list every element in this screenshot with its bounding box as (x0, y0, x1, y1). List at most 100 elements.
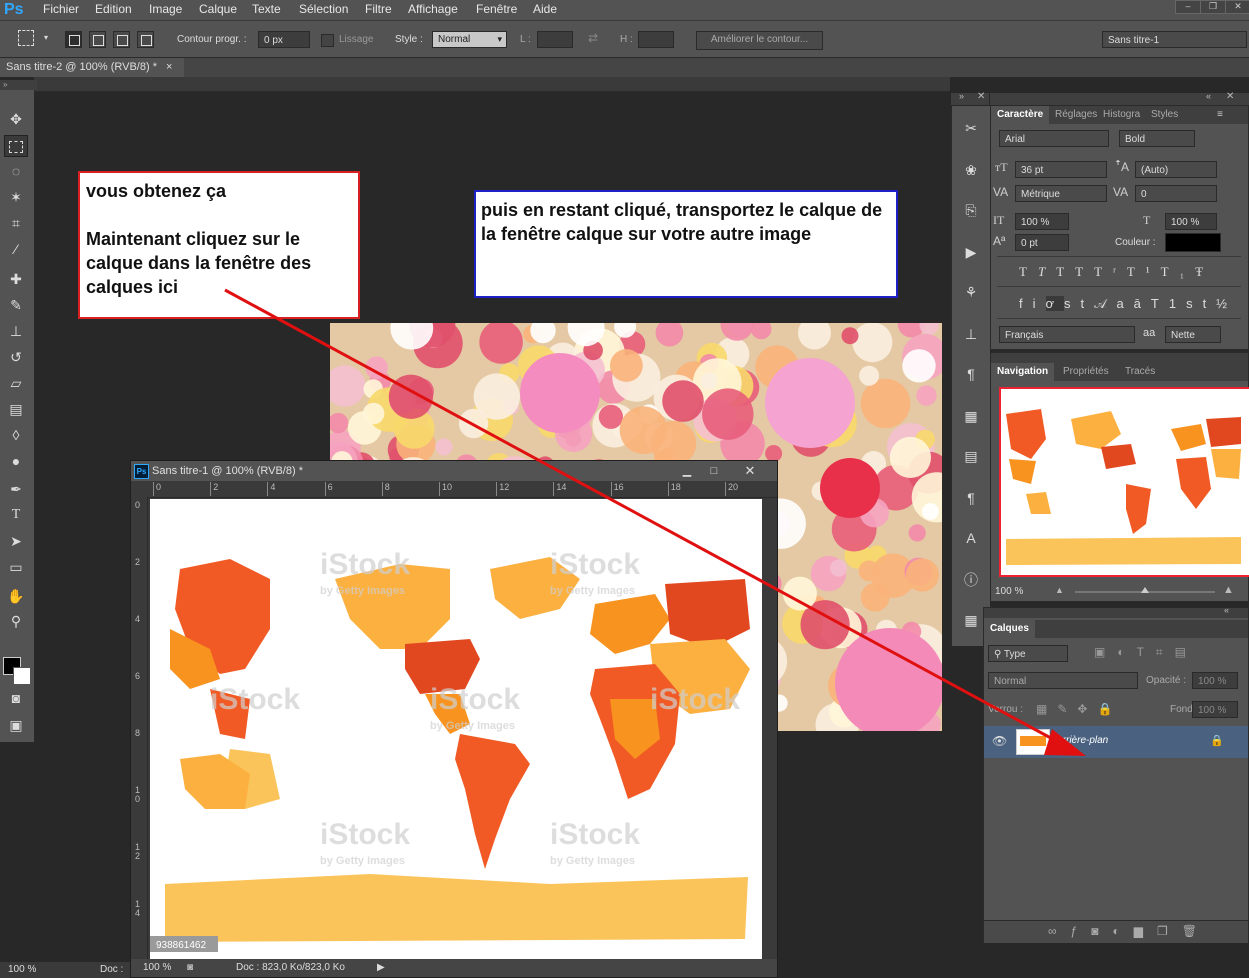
tab-calques[interactable]: Calques (984, 620, 1035, 638)
visibility-eye-icon[interactable]: 👁 (992, 734, 1007, 748)
eraser-tool-icon[interactable]: ▱ (4, 372, 28, 394)
refine-edge-button[interactable]: Améliorer le contour... (696, 31, 823, 50)
screen-mode-icon[interactable]: ▣ (4, 714, 28, 736)
panel-menu-icon[interactable]: ≡ (1217, 106, 1223, 124)
tab-document[interactable]: Sans titre-2 @ 100% (RVB/8) * × (0, 58, 184, 77)
menu-filtre[interactable]: Filtre (365, 2, 392, 16)
paragraph-icon[interactable]: ¶ (961, 364, 981, 384)
magic-wand-icon[interactable]: ✶ (4, 186, 28, 208)
subtract-selection-icon[interactable] (113, 31, 130, 48)
swap-icon[interactable]: ⇄ (588, 31, 598, 45)
tools-preset-icon[interactable]: ✂ (961, 118, 981, 138)
layers-collapse-icon[interactable]: « (1224, 605, 1229, 615)
vertical-scale-input[interactable]: 100 % (1015, 213, 1069, 230)
history-brush-icon[interactable]: ↺ (4, 346, 28, 368)
chevron-down-icon[interactable]: ▾ (44, 33, 48, 42)
lissage-checkbox[interactable] (321, 34, 334, 47)
path-selection-icon[interactable]: ➤ (4, 530, 28, 552)
font-style-select[interactable]: Bold (1119, 130, 1195, 147)
dodge-tool-icon[interactable]: ● (4, 450, 28, 472)
zoom-tool-icon[interactable]: ⚲ (4, 610, 28, 632)
menu-selection[interactable]: Sélection (299, 2, 348, 16)
blend-mode-select[interactable]: Normal (988, 672, 1138, 689)
shape-tool-icon[interactable]: ▭ (4, 556, 28, 578)
text-style-buttons[interactable]: TTTTTʳT¹T₁Ŧ (1019, 264, 1214, 280)
navigator-thumbnail[interactable] (999, 387, 1249, 577)
iconcol-expand-icon[interactable]: » (959, 91, 964, 101)
marquee-tool-preset-icon[interactable] (18, 30, 34, 46)
type-tool-icon[interactable]: T (4, 504, 28, 526)
tab-traces[interactable]: Tracés (1125, 363, 1155, 381)
pen-tool-icon[interactable]: ✒ (4, 478, 28, 500)
restore-icon[interactable]: ❐ (1200, 0, 1226, 14)
actions-icon[interactable]: ▶ (961, 242, 981, 262)
width-input[interactable] (537, 31, 573, 48)
menu-calque[interactable]: Calque (199, 2, 237, 16)
blur-tool-icon[interactable]: ◊ (4, 424, 28, 446)
character-styles-icon[interactable]: A (961, 528, 981, 548)
iconcol-close-icon[interactable]: ✕ (977, 91, 985, 102)
new-selection-icon[interactable] (65, 31, 82, 48)
tab-reglages[interactable]: Réglages (1055, 106, 1097, 124)
menu-aide[interactable]: Aide (533, 2, 557, 16)
brush-presets-icon[interactable]: ⚘ (961, 282, 981, 302)
opentype-buttons[interactable]: fiơst𝒜aāT1st½ (1019, 296, 1237, 312)
zoom-out-icon[interactable]: ▲ (1055, 585, 1064, 595)
doc-maximize-icon[interactable]: □ (701, 461, 727, 481)
lasso-tool-icon[interactable]: ◌ (4, 160, 28, 182)
doc-close-icon[interactable]: ✕ (735, 461, 765, 481)
intersect-selection-icon[interactable] (137, 31, 154, 48)
background-color-swatch[interactable] (13, 667, 31, 685)
doc-zoom-value[interactable]: 100 % (143, 959, 171, 977)
layer-filter-icons[interactable]: ▣◐T⌗▤ (1094, 645, 1198, 660)
menu-fenetre[interactable]: Fenêtre (476, 2, 517, 16)
menu-texte[interactable]: Texte (252, 2, 281, 16)
minimize-icon[interactable]: – (1175, 0, 1201, 14)
antialias-select[interactable]: Nette (1165, 326, 1221, 343)
horizontal-scale-input[interactable]: 100 % (1165, 213, 1217, 230)
menu-fichier[interactable]: Fichier (43, 2, 79, 16)
language-select[interactable]: Français (999, 326, 1135, 343)
notes-icon[interactable]: ▤ (961, 446, 981, 466)
tab-histogramme[interactable]: Histogra (1103, 106, 1140, 124)
marquee-tool-icon[interactable] (4, 135, 28, 157)
status-arrow-icon[interactable]: ▶ (377, 959, 385, 977)
font-size-select[interactable]: 36 pt (1015, 161, 1107, 178)
lock-icons[interactable]: ▦✎✥🔒 (1036, 702, 1122, 716)
zoom-slider-thumb[interactable] (1141, 587, 1149, 593)
menu-image[interactable]: Image (149, 2, 182, 16)
fill-input[interactable]: 100 % (1192, 701, 1238, 718)
layer-action-icons[interactable]: ∞ƒ◙◐▆❐🗑 (1048, 924, 1211, 938)
panel-collapse-icon[interactable]: « (1206, 91, 1211, 101)
text-color-swatch[interactable] (1165, 233, 1221, 252)
layer-comps-icon[interactable]: ▦ (961, 610, 981, 630)
move-tool-icon[interactable]: ✥ (4, 108, 28, 130)
layer-name[interactable]: Arrière-plan (1056, 735, 1108, 746)
brush-tool-icon[interactable]: ✎ (4, 294, 28, 316)
style-select[interactable]: Normal (432, 31, 507, 48)
tracking-select[interactable]: 0 (1135, 185, 1217, 202)
panel-close-icon[interactable]: ✕ (1226, 91, 1234, 102)
quick-mask-icon[interactable]: ◙ (4, 687, 28, 709)
paragraph-styles-icon[interactable]: ¶ (961, 488, 981, 508)
info-icon[interactable]: ⓘ (961, 570, 981, 590)
font-family-select[interactable]: Arial (999, 130, 1109, 147)
tab-caractere[interactable]: Caractère (991, 106, 1050, 124)
gradient-tool-icon[interactable]: ▤ (4, 398, 28, 420)
tab-navigation[interactable]: Navigation (991, 363, 1055, 381)
tab-styles[interactable]: Styles (1151, 106, 1178, 124)
clone-source-icon[interactable]: ⎘ (961, 200, 981, 220)
document-window-titlebar[interactable]: Ps Sans titre-1 @ 100% (RVB/8) * ▁ □ ✕ (131, 461, 777, 481)
tab-proprietes[interactable]: Propriétés (1063, 363, 1109, 381)
tab-close-icon[interactable]: × (166, 61, 172, 73)
leading-select[interactable]: (Auto) (1135, 161, 1217, 178)
kerning-select[interactable]: Métrique (1015, 185, 1107, 202)
contour-input[interactable]: 0 px (258, 31, 310, 48)
baseline-input[interactable]: 0 pt (1015, 234, 1069, 251)
navigator-zoom-value[interactable]: 100 % (995, 586, 1023, 597)
healing-brush-icon[interactable]: ✚ (4, 268, 28, 290)
add-selection-icon[interactable] (89, 31, 106, 48)
stamp-presets-icon[interactable]: ⊥ (961, 324, 981, 344)
collapse-icon[interactable]: » (0, 80, 37, 90)
eyedropper-icon[interactable]: ⁄ (4, 238, 28, 260)
